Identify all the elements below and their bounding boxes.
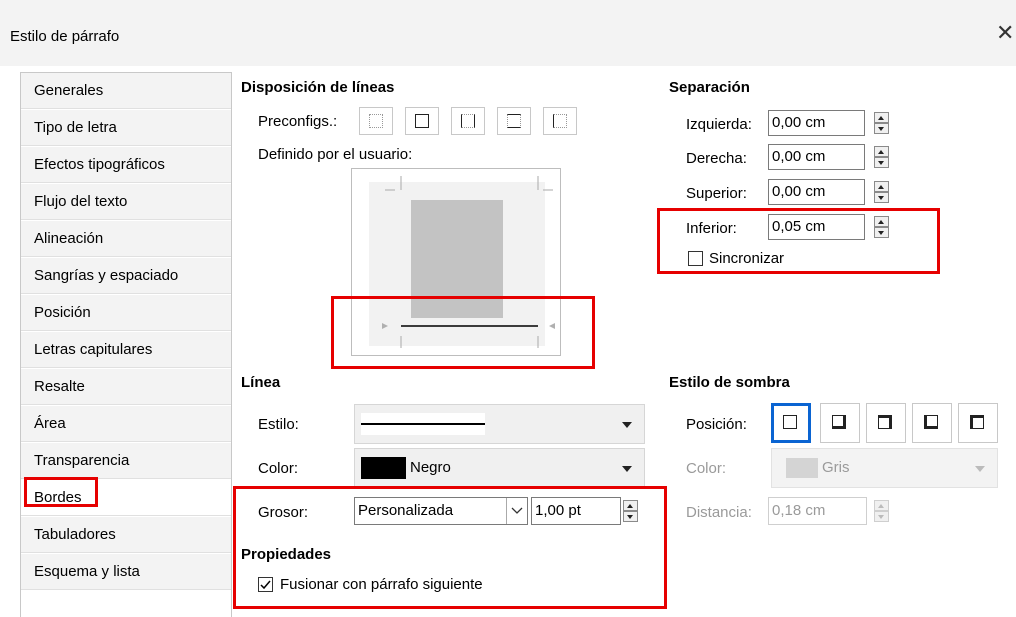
padding-top-field[interactable]: 0,00 cm: [768, 179, 865, 205]
presets-label: Preconfigs.:: [258, 113, 338, 130]
sidebar-item-resalte[interactable]: Resalte: [21, 369, 231, 405]
color-swatch: [786, 458, 818, 478]
padding-right-spinner[interactable]: [874, 146, 889, 168]
line-style-swatch: [361, 413, 485, 435]
shadow-color-label: Color:: [686, 460, 727, 477]
category-list: Generales Tipo de letra Efectos tipográf…: [20, 72, 232, 617]
sidebar-item-label: Transparencia: [34, 452, 130, 469]
sidebar-item-label: Alineación: [34, 230, 104, 247]
sidebar-item-flujo-del-texto[interactable]: Flujo del texto: [21, 184, 231, 220]
sidebar-item-label: Resalte: [34, 378, 85, 395]
highlight-bottom-padding: [657, 208, 940, 274]
border-top-bottom-icon: [507, 114, 521, 128]
shadow-distance-spinner[interactable]: [874, 500, 889, 522]
close-icon[interactable]: ✕: [996, 22, 1014, 44]
padding-left-field[interactable]: 0,00 cm: [768, 110, 865, 136]
padding-right-field[interactable]: 0,00 cm: [768, 144, 865, 170]
border-left-icon: [553, 114, 567, 128]
line-style-label: Estilo:: [258, 416, 299, 433]
sidebar-item-generales[interactable]: Generales: [21, 73, 231, 109]
border-none-icon: [369, 114, 383, 128]
sidebar-item-area[interactable]: Área: [21, 406, 231, 442]
shadow-bottom-left-button[interactable]: [912, 403, 952, 443]
color-swatch: [361, 457, 406, 479]
shadow-color-dropdown[interactable]: Gris: [771, 448, 998, 488]
line-color-dropdown[interactable]: Negro: [354, 448, 645, 488]
shadow-bottom-left-icon: [924, 415, 938, 429]
sidebar-item-label: Esquema y lista: [34, 563, 140, 580]
line-style-dropdown[interactable]: [354, 404, 645, 444]
preset-top-bottom-button[interactable]: [497, 107, 531, 135]
shadow-color-value: Gris: [822, 459, 850, 476]
shadow-none-icon: [783, 415, 797, 429]
highlight-bottom-border: [331, 296, 595, 369]
sidebar-item-tabuladores[interactable]: Tabuladores: [21, 517, 231, 553]
dialog-title: Estilo de párrafo: [10, 28, 120, 45]
chevron-down-icon: [622, 466, 632, 472]
border-left-right-icon: [461, 114, 475, 128]
padding-right-label: Derecha:: [686, 150, 747, 167]
shadow-heading: Estilo de sombra: [669, 374, 790, 391]
shadow-bottom-right-icon: [832, 415, 846, 429]
chevron-down-icon: [975, 466, 985, 472]
shadow-bottom-right-button[interactable]: [820, 403, 860, 443]
sidebar-item-letras-capitulares[interactable]: Letras capitulares: [21, 332, 231, 368]
sidebar-item-label: Tipo de letra: [34, 119, 117, 136]
sidebar-item-label: Letras capitulares: [34, 341, 153, 358]
sidebar-item-posicion[interactable]: Posición: [21, 295, 231, 331]
border-all-icon: [415, 114, 429, 128]
shadow-distance-field[interactable]: 0,18 cm: [768, 497, 867, 525]
highlight-width-properties: [233, 486, 667, 609]
sidebar-item-tipo-de-letra[interactable]: Tipo de letra: [21, 110, 231, 146]
sidebar-item-label: Tabuladores: [34, 526, 116, 543]
sidebar-item-label: Sangrías y espaciado: [34, 267, 179, 284]
title-bar: Estilo de párrafo ✕: [0, 0, 1016, 66]
shadow-distance-label: Distancia:: [686, 504, 752, 521]
chevron-down-icon: [622, 422, 632, 428]
line-color-label: Color:: [258, 460, 299, 477]
sidebar-item-efectos-tipograficos[interactable]: Efectos tipográficos: [21, 147, 231, 183]
highlight-bordes: [24, 477, 98, 507]
padding-heading: Separación: [669, 79, 750, 96]
sidebar-item-label: Efectos tipográficos: [34, 156, 165, 173]
line-arrangement-heading: Disposición de líneas: [241, 79, 395, 96]
preset-all-borders-button[interactable]: [405, 107, 439, 135]
shadow-top-left-button[interactable]: [958, 403, 998, 443]
padding-top-spinner[interactable]: [874, 181, 889, 203]
shadow-top-right-button[interactable]: [866, 403, 906, 443]
shadow-top-right-icon: [878, 415, 892, 429]
sidebar-item-label: Posición: [34, 304, 91, 321]
shadow-position-label: Posición:: [686, 416, 747, 433]
line-heading: Línea: [241, 374, 281, 391]
user-defined-label: Definido por el usuario:: [258, 146, 413, 163]
sidebar-item-sangrias[interactable]: Sangrías y espaciado: [21, 258, 231, 294]
sidebar-item-label: Flujo del texto: [34, 193, 128, 210]
sidebar-item-esquema-y-lista[interactable]: Esquema y lista: [21, 554, 231, 590]
line-color-value: Negro: [410, 459, 451, 476]
shadow-top-left-icon: [970, 415, 984, 429]
padding-left-spinner[interactable]: [874, 112, 889, 134]
sidebar-item-label: Área: [34, 415, 66, 432]
sidebar-item-transparencia[interactable]: Transparencia: [21, 443, 231, 479]
shadow-none-button[interactable]: [771, 403, 811, 443]
preset-none-button[interactable]: [359, 107, 393, 135]
preset-left-right-button[interactable]: [451, 107, 485, 135]
padding-left-label: Izquierda:: [686, 116, 752, 133]
sidebar-item-alineacion[interactable]: Alineación: [21, 221, 231, 257]
sidebar-item-label: Generales: [34, 82, 104, 99]
padding-top-label: Superior:: [686, 185, 747, 202]
preset-left-button[interactable]: [543, 107, 577, 135]
